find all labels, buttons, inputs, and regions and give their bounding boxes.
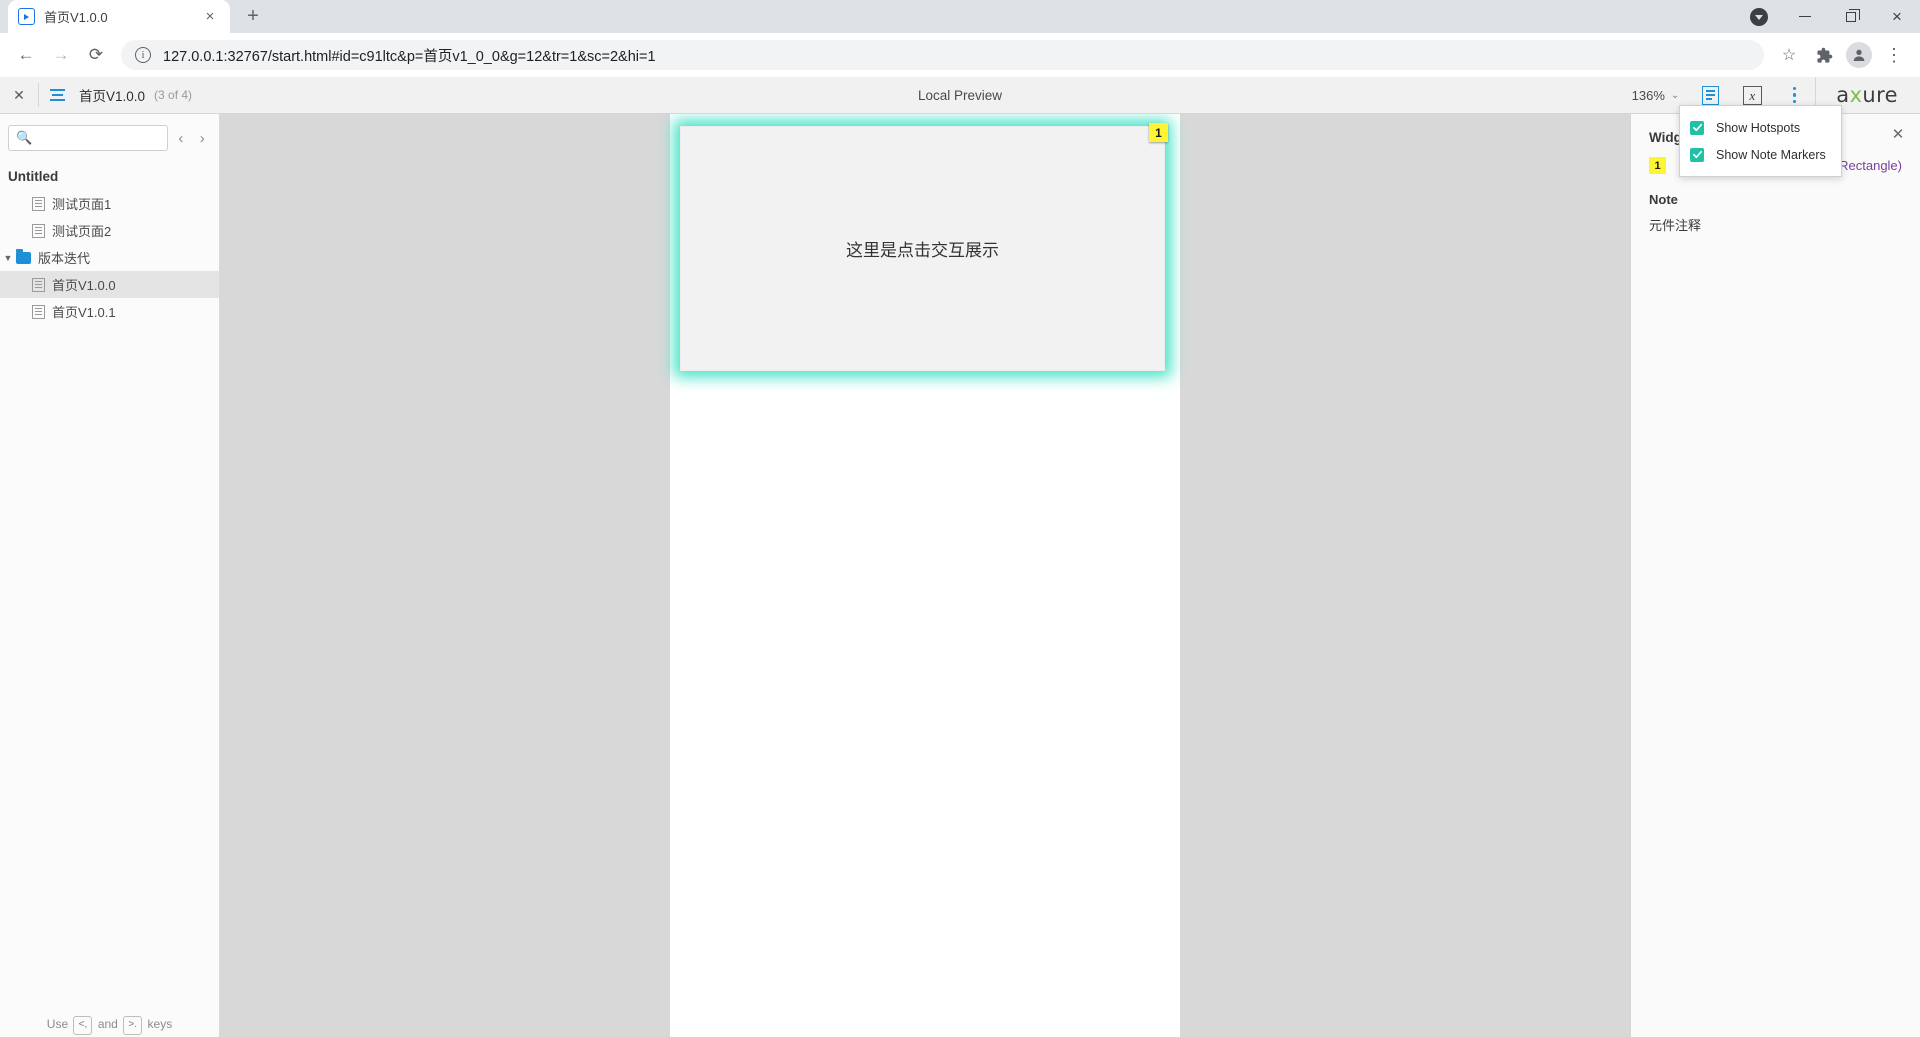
page-icon: [32, 196, 45, 211]
close-window-icon[interactable]: ×: [1874, 0, 1920, 33]
reload-icon[interactable]: ⟳: [80, 39, 112, 71]
prototype-page-sheet: 这里是点击交互展示 1: [670, 114, 1180, 1037]
menu-item-show-note-markers[interactable]: Show Note Markers: [1680, 141, 1841, 168]
chevron-down-icon: ⌄: [1670, 89, 1680, 101]
browser-tab[interactable]: 首页V1.0.0 ×: [8, 0, 230, 33]
tree-root-label: Untitled: [8, 169, 59, 184]
browser-tab-title: 首页V1.0.0: [44, 10, 108, 25]
sidebar-item-label: 测试页面1: [52, 197, 112, 212]
address-bar-url: 127.0.0.1:32767/start.html#id=c91ltc&p=首…: [163, 48, 656, 65]
toolbar-page-count: (3 of 4): [154, 88, 193, 102]
search-input[interactable]: [37, 131, 161, 145]
window-controls: ×: [1736, 0, 1920, 33]
profile-avatar-icon[interactable]: [1843, 39, 1875, 71]
zoom-level-label: 136%: [1631, 87, 1665, 103]
rectangle-widget[interactable]: 这里是点击交互展示 1: [680, 123, 1168, 371]
page-sidebar: 🔍 ‹ › Untitled 测试页面1 测试页面2 ▼ 版本迭代 首页V1.0…: [0, 114, 220, 1037]
extensions-puzzle-icon[interactable]: [1808, 39, 1840, 71]
bookmark-star-icon[interactable]: ☆: [1773, 39, 1805, 71]
avatar: [1846, 42, 1872, 68]
close-notes-panel-icon[interactable]: ✕: [1888, 124, 1908, 144]
new-tab-button[interactable]: +: [236, 2, 270, 30]
key-prev-keycap: <,: [73, 1015, 93, 1035]
sidebar-item-homepage-v100[interactable]: 首页V1.0.0: [0, 271, 219, 298]
note-marker-badge[interactable]: 1: [1149, 123, 1168, 142]
note-body-text: 元件注释: [1649, 218, 1702, 233]
download-indicator-icon[interactable]: [1736, 0, 1782, 33]
widget-type-label: (Rectangle): [1834, 158, 1902, 173]
site-info-icon[interactable]: i: [135, 47, 151, 63]
sidebar-item-label: 首页V1.0.1: [52, 305, 116, 320]
browser-tab-strip: 首页V1.0.0 × + ×: [0, 0, 1920, 33]
prototype-canvas[interactable]: 这里是点击交互展示 1: [220, 114, 1630, 1037]
hint-use-text: Use: [46, 1017, 69, 1032]
sidebar-item-testpage2[interactable]: 测试页面2: [0, 217, 219, 244]
page-icon: [32, 277, 45, 292]
address-bar[interactable]: i 127.0.0.1:32767/start.html#id=c91ltc&p…: [121, 40, 1764, 70]
page-icon: [32, 223, 45, 238]
sidebar-item-version-folder[interactable]: ▼ 版本迭代: [0, 244, 219, 271]
logo-suffix: ure: [1862, 83, 1898, 107]
forward-icon[interactable]: →: [45, 39, 77, 71]
checkbox-checked-icon[interactable]: [1690, 120, 1704, 135]
back-icon[interactable]: ←: [10, 39, 42, 71]
menu-item-label: Show Note Markers: [1716, 147, 1826, 162]
sidebar-item-label: 版本迭代: [38, 251, 91, 266]
widget-notes-panel: ✕ Widget Notes 1 (Rectangle) Note 元件注释: [1630, 114, 1920, 1037]
folder-icon: [16, 248, 31, 264]
hamburger-icon[interactable]: [39, 77, 75, 114]
chevron-down-icon[interactable]: ▼: [0, 253, 16, 263]
note-section-title: Note: [1649, 192, 1678, 207]
sidebar-item-label: 测试页面2: [52, 224, 112, 239]
prev-page-arrow-icon[interactable]: ‹: [172, 125, 189, 151]
keyboard-hint: Use <, and >. keys to move between pages: [0, 1013, 219, 1037]
next-page-arrow-icon[interactable]: ›: [194, 125, 211, 151]
menu-item-label: Show Hotspots: [1716, 120, 1801, 135]
close-sidebar-button[interactable]: ✕: [0, 77, 38, 114]
hint-and-text: and: [97, 1017, 118, 1032]
note-badge: 1: [1649, 157, 1666, 174]
tabstrip: 首页V1.0.0 × +: [0, 0, 270, 33]
rectangle-widget-label: 这里是点击交互展示: [846, 241, 999, 261]
sidebar-item-label: 首页V1.0.0: [52, 278, 116, 293]
key-next-keycap: >.: [123, 1015, 143, 1035]
view-options-dropdown: Show Hotspots Show Note Markers: [1679, 105, 1842, 177]
play-box-icon: [18, 8, 35, 25]
browser-menu-icon[interactable]: ⋮: [1878, 39, 1910, 71]
logo-prefix: a: [1836, 83, 1850, 107]
logo-x-green: x: [1849, 83, 1863, 107]
toolbar-page-name: 首页V1.0.0: [79, 89, 146, 104]
keyboard-hint-line1: Use <, and >. keys: [0, 1013, 219, 1036]
browser-navigation-bar: ← → ⟳ i 127.0.0.1:32767/start.html#id=c9…: [0, 33, 1920, 77]
tab-close-icon[interactable]: ×: [200, 7, 220, 27]
page-tree: Untitled 测试页面1 测试页面2 ▼ 版本迭代 首页V1.0.0 首页V…: [0, 159, 219, 1013]
page-icon: [32, 304, 45, 319]
maximize-icon[interactable]: [1828, 0, 1874, 33]
sidebar-search-row: 🔍 ‹ ›: [0, 114, 219, 159]
menu-item-show-hotspots[interactable]: Show Hotspots: [1680, 114, 1841, 141]
sidebar-item-homepage-v101[interactable]: 首页V1.0.1: [0, 298, 219, 325]
axure-toolbar: ✕ 首页V1.0.0 (3 of 4) Local Preview 136% ⌄…: [0, 76, 1920, 114]
search-box[interactable]: 🔍: [8, 125, 169, 151]
minimize-icon[interactable]: [1782, 0, 1828, 33]
app-body: 🔍 ‹ › Untitled 测试页面1 测试页面2 ▼ 版本迭代 首页V1.0…: [0, 114, 1920, 1037]
hint-keys-text: keys: [147, 1017, 173, 1032]
checkbox-checked-icon[interactable]: [1690, 147, 1704, 162]
sidebar-item-testpage1[interactable]: 测试页面1: [0, 190, 219, 217]
search-icon: 🔍: [16, 130, 33, 145]
